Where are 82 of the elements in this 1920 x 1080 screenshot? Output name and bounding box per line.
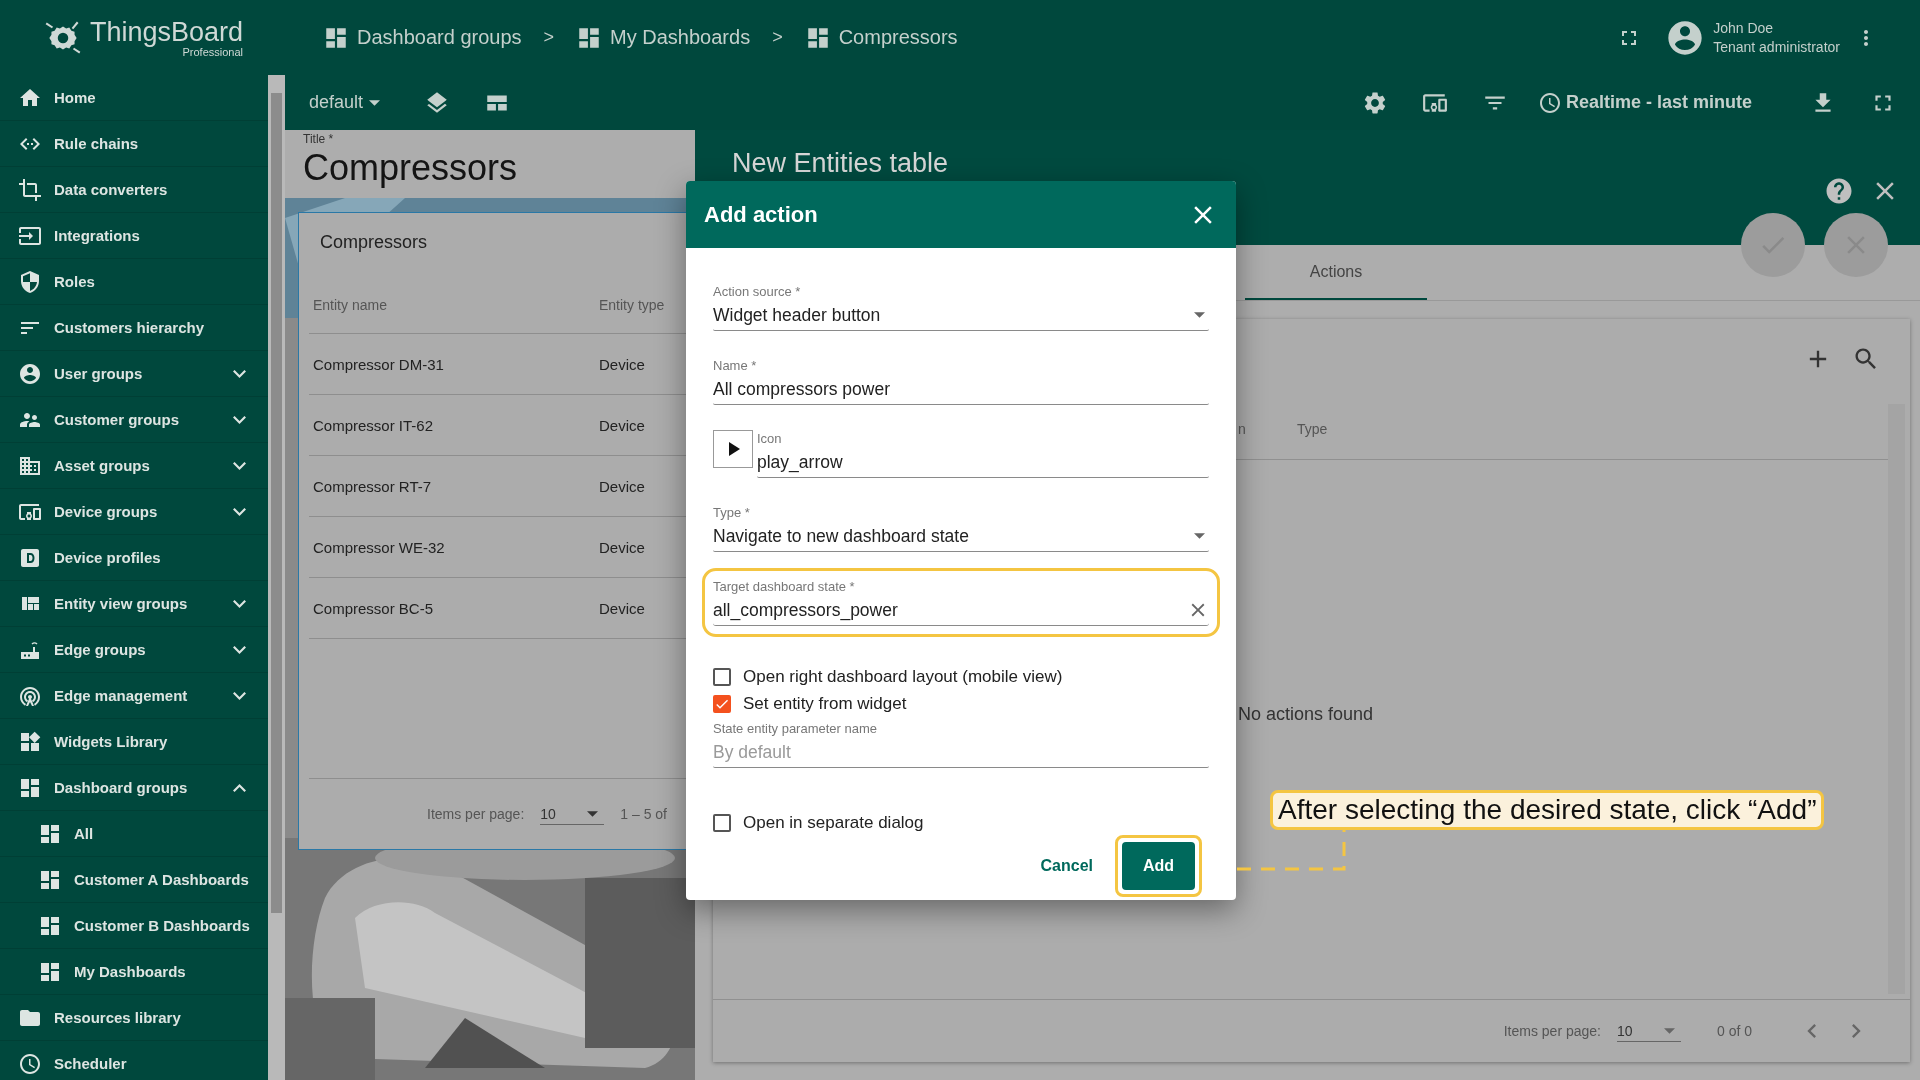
sidebar-item[interactable]: Integrations [0,213,268,259]
select-field[interactable]: Action source * Widget header button [713,284,1209,331]
sidebar-item[interactable]: Customer B Dashboards [0,903,268,949]
crop-icon [18,177,42,202]
text-field[interactable]: State entity parameter name By default [713,721,1209,768]
timewindow-button[interactable]: Realtime - last minute [1537,90,1752,115]
breadcrumb-separator: > [543,27,555,48]
sidebar-item[interactable]: Customer A Dashboards [0,857,268,903]
sidebar-item[interactable]: Home [0,75,268,121]
logo-text: ThingsBoard [89,17,244,46]
user-icon [18,361,42,386]
sidebar-item[interactable]: Asset groups [0,443,268,489]
table-cell: Device [599,477,645,495]
add-button[interactable]: Add [1122,842,1195,890]
checkbox-label: Open right dashboard layout (mobile view) [743,666,1063,687]
user-name: John Doe [1713,18,1775,38]
scrollbar[interactable] [268,75,285,1080]
sidebar-item[interactable]: My Dashboards [0,949,268,995]
table-cell: Device [599,599,645,617]
table-cell-text: Compressor IT-62 [312,416,435,434]
text-field[interactable]: Icon play_arrow [757,431,1209,478]
dialog-title: Add action [704,201,819,228]
callout: After selecting the desired state, click “Add” [1270,790,1825,830]
tab[interactable]: Actions [1245,245,1427,300]
checkbox[interactable] [713,694,731,713]
table-cell: Device [599,538,645,556]
breadcrumb-separator: > [772,27,783,48]
sidebar-item[interactable]: Edge management [0,673,268,719]
checkbox[interactable] [713,667,731,686]
checkbox-label: Open in separate dialog [743,812,924,833]
caret-icon [369,99,381,106]
page-size-select[interactable]: 10 [1616,1020,1681,1042]
table-cell-text: Compressor DM-31 [312,355,445,373]
empty-message: No actions found [1238,704,1374,725]
caret-icon [1663,1027,1675,1034]
items-per-page-label: Items per page: [1503,1023,1601,1039]
scrollbar-thumb[interactable] [271,93,282,913]
page-range: 0 of 0 [1716,1023,1752,1039]
sidebar-item[interactable]: Resources library [0,995,268,1041]
table-cell: Device [599,355,645,373]
page-size-select[interactable]: 10 [540,803,605,825]
select-field[interactable]: Type * Navigate to new dashboard state [713,505,1209,552]
table-cell-text: Compressor WE-32 [312,538,446,556]
checkbox[interactable] [713,813,731,832]
sidebar-item[interactable]: Edge groups [0,627,268,673]
icon-preview-button[interactable] [713,430,753,468]
text-field[interactable]: Name * All compressors power [713,358,1209,405]
table-cell: Device [599,416,645,434]
breadcrumb-link[interactable]: Compressors [804,24,958,51]
sidebar-item[interactable]: Device groups [0,489,268,535]
items-per-page-label: Items per page: [427,806,525,822]
sidebar-item[interactable]: Roles [0,259,268,305]
help-icon[interactable] [1824,176,1854,206]
edition-label: Professional [182,45,244,58]
sidebar-item[interactable]: Widgets Library [0,719,268,765]
sidebar-item[interactable]: Dashboard groups [0,765,268,811]
scrollbar[interactable] [1888,404,1905,994]
shield-icon [18,269,42,294]
caret-icon [587,810,599,817]
sidebar-item[interactable]: Device profiles [0,535,268,581]
sidebar-item[interactable]: Entity view groups [0,581,268,627]
clock-icon [18,1051,42,1076]
text-field[interactable]: Target dashboard state * all_compressors_power [713,579,1209,626]
clock-icon [1537,90,1562,115]
sidebar-item[interactable]: Customer groups [0,397,268,443]
breadcrumb-link[interactable]: My Dashboards [576,24,751,51]
checkbox-label: Set entity from widget [743,693,907,714]
panel-title: New Entities table [732,148,950,179]
breadcrumb-link[interactable]: Dashboard groups [323,24,522,51]
state-selector[interactable]: default [309,92,387,113]
title-label: Title * [303,132,335,146]
widget-title: Compressors [319,231,429,254]
dashboard-title: Compressors [303,146,519,190]
sidebar-item[interactable]: User groups [0,351,268,397]
page-range: 1 – 5 of [620,806,667,822]
widgets-icon [18,729,42,754]
sidebar-item[interactable]: All [0,811,268,857]
caret-icon [1194,533,1205,539]
user-role: Tenant administrator [1713,37,1840,57]
table-cell-text: Compressor RT-7 [312,477,433,495]
cancel-button[interactable]: Cancel [1040,849,1093,883]
table-cell-text: Compressor BC-5 [312,599,435,617]
